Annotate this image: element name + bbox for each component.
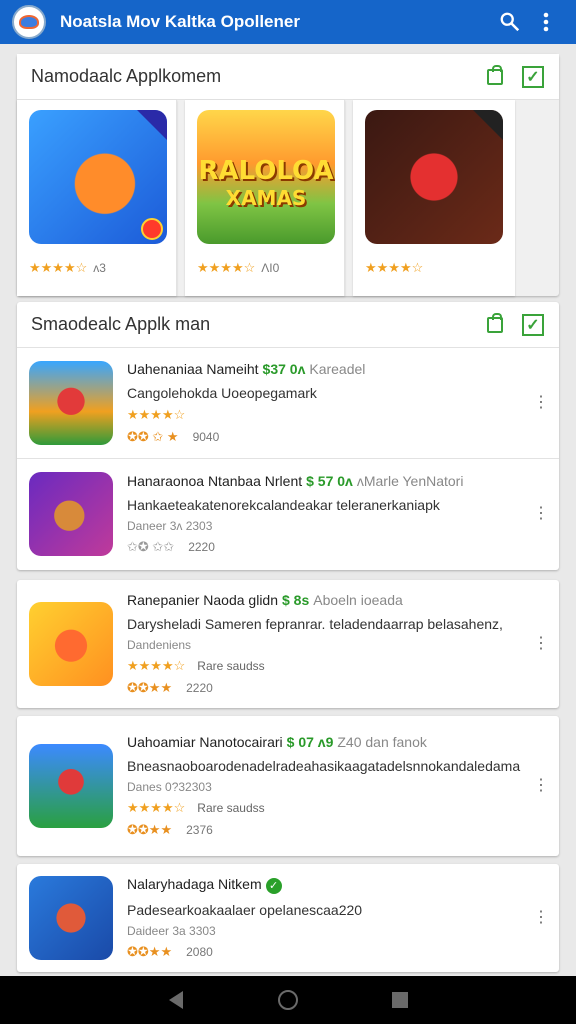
back-triangle-icon[interactable] (156, 980, 196, 1020)
featured-header: Namodaalc Applkomem ✓ (17, 54, 559, 100)
app-name: Hanaraonoa Ntanbaa Nrlent (127, 473, 303, 489)
rating-stars: ★★★★☆ (127, 658, 186, 673)
featured-section: Namodaalc Applkomem ✓ ★★★★☆ ᴧ3 RALOLOA XA… (17, 54, 559, 296)
verified-icon: ✓ (265, 877, 282, 894)
thumbnail-title: RALOLOA (198, 156, 334, 187)
app-title: Noatsla Mov Kaltka Opollener (60, 12, 300, 31)
list-title: Smaodealc Applk man (31, 314, 211, 334)
app-logo-icon[interactable] (12, 5, 46, 39)
review-count: 2376 (186, 823, 213, 837)
rating-stars: ★★★★☆ (127, 800, 186, 815)
rating-label: Rare saudss (197, 801, 265, 815)
app-date: Daideer 3a 3303 (127, 923, 216, 938)
app-category: Dandeniens (127, 638, 192, 652)
app-description: Hankaeteakatenorekcalandeakar teleranerk… (127, 497, 440, 513)
app-thumbnail[interactable] (365, 110, 503, 244)
rating-label: Rare saudss (197, 659, 265, 673)
app-thumbnail (29, 361, 113, 445)
thumbnail-subtitle: XAMAS (225, 185, 307, 210)
system-nav-bar (0, 976, 576, 1024)
app-thumbnail (29, 602, 113, 686)
app-thumbnail (29, 744, 113, 828)
list-header: Smaodealc Applk man ✓ (17, 302, 559, 348)
app-publisher: Z40 dan fanok (337, 734, 427, 750)
home-circle-icon[interactable] (268, 980, 308, 1020)
app-description: Darysheladi Sameren fepranrar. teladenda… (127, 616, 503, 632)
featured-app-card[interactable]: ★★★★☆ ᴧ3 (17, 100, 177, 296)
app-list-card: Ranepanier Naoda glidn $ 8s Aboeln ioeada … (17, 580, 559, 708)
app-name: Ranepanier Naoda glidn (127, 592, 278, 608)
checkbox-icon[interactable]: ✓ (521, 313, 545, 337)
app-name: Uahenaniaa Nameiht (127, 361, 259, 377)
app-publisher: ʌMarle YenNatori (356, 473, 464, 489)
app-price: $ 8s (282, 592, 310, 608)
list-item[interactable]: Nalaryhadaga Nitkem ✓ Padesearkoakaalaer … (17, 864, 559, 972)
app-description: Padesearkoakaalaer opelanescaa220 (127, 901, 363, 918)
app-publisher: Aboeln ioeada (313, 592, 403, 608)
app-description: Cangolehokda Uoeopegamark (127, 385, 317, 401)
featured-carousel[interactable]: ★★★★☆ ᴧ3 RALOLOA XAMAS ★★★★☆ ɅI0 ★★★★☆ (17, 100, 559, 296)
review-count: 2080 (186, 944, 213, 959)
featured-app-card[interactable]: RALOLOA XAMAS ★★★★☆ ɅI0 (185, 100, 345, 296)
app-price: $ 57 0ʌ (306, 473, 353, 489)
more-options-icon[interactable]: ⋮ (533, 636, 549, 652)
rating-stars: ★★★★☆ ɅI0 (197, 260, 280, 275)
search-icon[interactable] (492, 4, 528, 40)
app-name: Nalaryhadaga Nitkem (127, 876, 262, 893)
list-item[interactable]: Uahoamiar Nanotocairari $ 07 ʌ9 Z40 dan fa… (17, 716, 559, 856)
list-item[interactable]: Ranepanier Naoda glidn $ 8s Aboeln ioeada … (17, 580, 559, 708)
app-description: Bneasnaoboarodenadelradeahasikaagatadels… (127, 758, 521, 774)
app-thumbnail[interactable] (29, 110, 167, 244)
app-bar: Noatsla Mov Kaltka Opollener (0, 0, 576, 44)
app-date: Danes 0?32303 (127, 780, 212, 794)
more-vert-icon[interactable] (528, 4, 564, 40)
rating-badges: ✪✪ ✩ ★ (127, 429, 179, 444)
rating-badges: ✩✪ ✩✩ (127, 539, 175, 554)
list-item[interactable]: Hanaraonoa Ntanbaa Nrlent $ 57 0ʌ ʌMarle Y… (17, 459, 559, 569)
app-thumbnail[interactable]: RALOLOA XAMAS (197, 110, 335, 244)
review-count: 2220 (186, 681, 213, 695)
recents-square-icon[interactable] (380, 980, 420, 1020)
shopping-bag-icon[interactable] (483, 312, 507, 337)
more-options-icon[interactable]: ⋮ (533, 910, 549, 926)
rating-badges: ✪✪★★ (127, 822, 173, 837)
rating-badges: ✪✪★★ (127, 680, 173, 695)
app-list-section: Smaodealc Applk man ✓ Uahenaniaa Nameiht… (17, 302, 559, 570)
rating-stars: ★★★★☆ (365, 260, 424, 275)
rating-stars: ★★★★☆ (127, 407, 186, 422)
app-date: Daneer 3ʌ 2303 (127, 519, 213, 533)
featured-app-card[interactable]: ★★★★☆ (353, 100, 515, 296)
review-count: 2220 (188, 540, 215, 554)
featured-title: Namodaalc Applkomem (31, 66, 222, 86)
app-publisher: Kareadel (309, 361, 366, 377)
app-price: $ 07 ʌ9 (286, 734, 334, 750)
app-list-card: Uahoamiar Nanotocairari $ 07 ʌ9 Z40 dan fa… (17, 716, 559, 856)
shopping-bag-icon[interactable] (483, 64, 507, 89)
app-price: $37 0ʌ (262, 361, 306, 377)
review-count: 9040 (192, 430, 220, 444)
more-options-icon[interactable]: ⋮ (533, 506, 549, 522)
app-name: Uahoamiar Nanotocairari (127, 734, 283, 750)
app-thumbnail (29, 472, 113, 556)
checkbox-icon[interactable]: ✓ (521, 65, 545, 89)
list-item[interactable]: Uahenaniaa Nameiht $37 0ʌ Kareadel Cangole… (17, 348, 559, 458)
more-options-icon[interactable]: ⋮ (533, 778, 549, 794)
rating-badges: ✪✪★★ (127, 943, 173, 959)
rating-stars: ★★★★☆ ᴧ3 (29, 260, 106, 275)
app-thumbnail (29, 876, 113, 960)
more-options-icon[interactable]: ⋮ (533, 395, 549, 411)
app-list-card: Nalaryhadaga Nitkem ✓ Padesearkoakaalaer … (17, 864, 559, 972)
